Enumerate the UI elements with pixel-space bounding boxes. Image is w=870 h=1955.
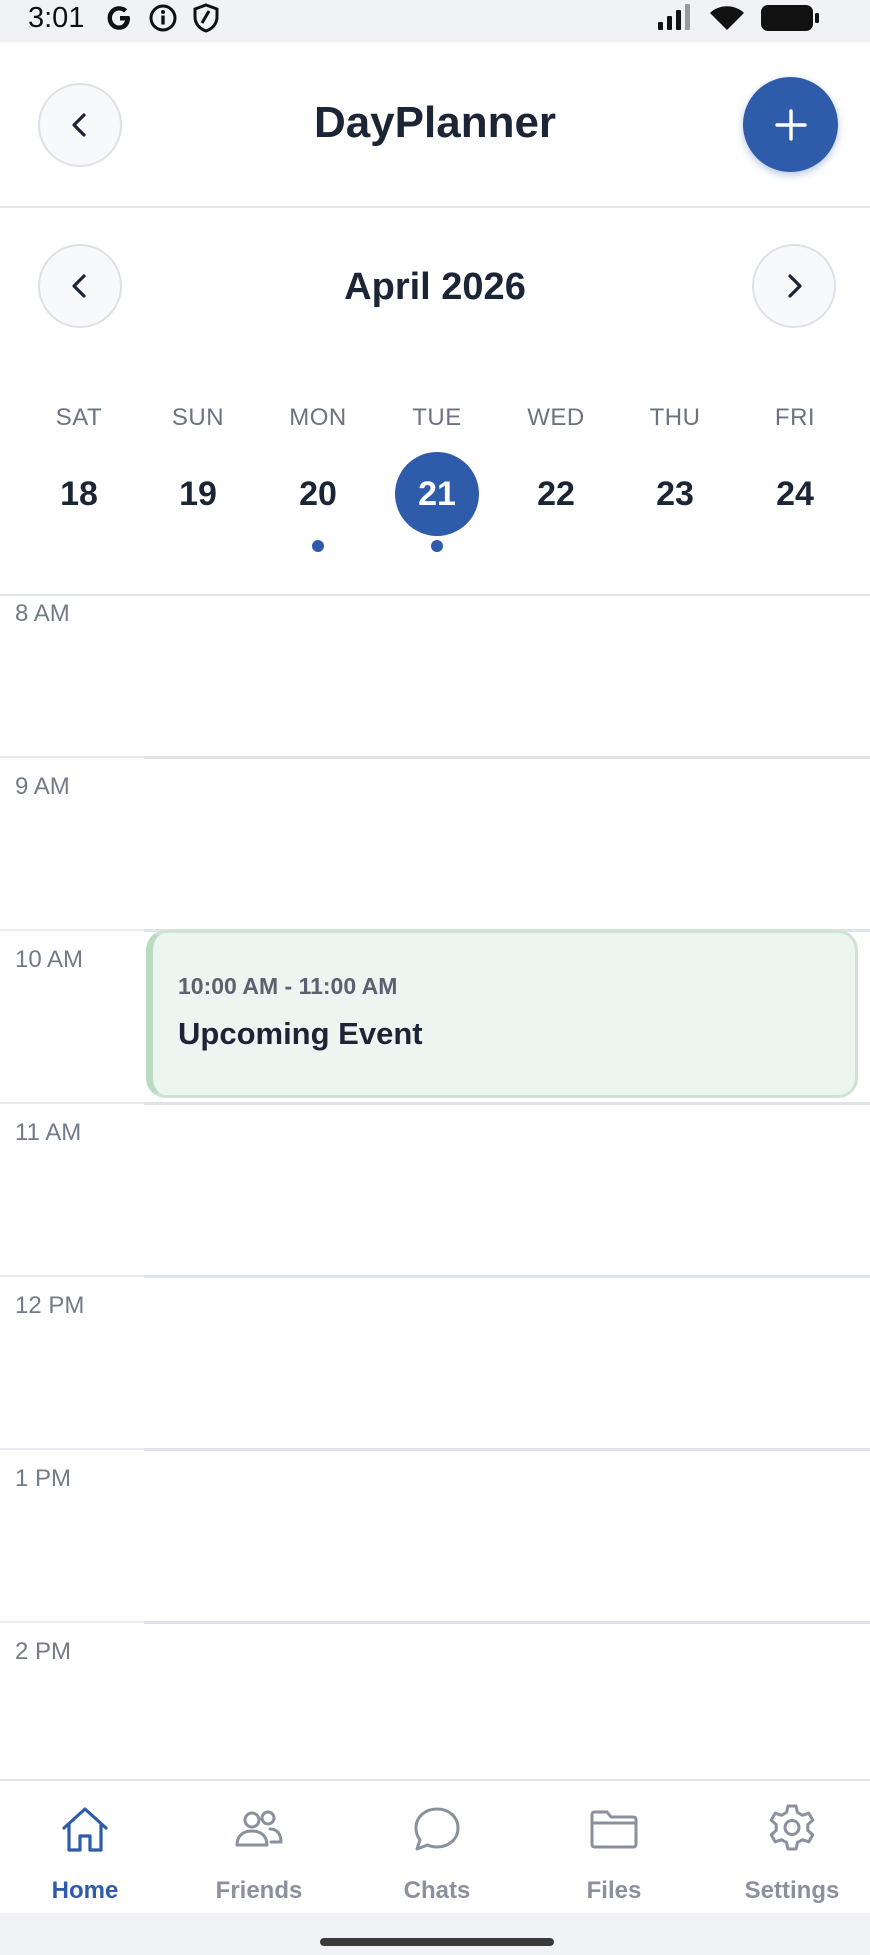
google-icon [106, 3, 134, 38]
hour-label: 12 PM [15, 1292, 85, 1319]
day-number: 23 [656, 475, 694, 513]
day-of-week-label: WED [527, 404, 585, 431]
nav-home[interactable]: Home [0, 1781, 170, 1915]
home-indicator[interactable] [320, 1938, 554, 1946]
wifi-icon [708, 4, 746, 37]
day-of-week-label: THU [649, 404, 701, 431]
nav-chats[interactable]: Chats [352, 1781, 522, 1915]
folder-icon [590, 1810, 638, 1849]
event-card[interactable]: 10:00 AM - 11:00 AM Upcoming Event [146, 930, 858, 1098]
day-number: 18 [60, 475, 98, 513]
nav-label: Chats [403, 1877, 471, 1904]
hour-label: 1 PM [15, 1465, 72, 1492]
event-indicator-dot [431, 540, 443, 552]
app-header: DayPlanner [0, 42, 870, 208]
day-cell-wed[interactable]: WED 22 [506, 400, 606, 560]
day-cell-tue[interactable]: TUE 21 [387, 400, 487, 560]
status-time: 3:01 [28, 2, 85, 34]
hour-label: 8 AM [15, 600, 70, 627]
event-indicator-dot [312, 540, 324, 552]
event-time: 10:00 AM - 11:00 AM [178, 973, 398, 999]
gear-icon [769, 1804, 815, 1851]
day-of-week-label: SAT [55, 404, 103, 431]
day-of-week-label: FRI [774, 404, 816, 431]
hour-label: 2 PM [15, 1638, 72, 1665]
hour-label: 11 AM [15, 1119, 82, 1146]
nav-label: Files [586, 1877, 642, 1904]
nav-friends[interactable]: Friends [174, 1781, 344, 1915]
day-number: 22 [537, 475, 575, 513]
shield-icon [192, 3, 220, 38]
home-icon [62, 1807, 108, 1852]
nav-label: Settings [744, 1877, 840, 1904]
day-cell-mon[interactable]: MON 20 [268, 400, 368, 560]
add-event-button[interactable] [743, 77, 838, 172]
chevron-right-icon [788, 274, 802, 298]
next-month-button[interactable] [752, 244, 836, 328]
hour-divider [0, 1275, 870, 1278]
nav-settings[interactable]: Settings [707, 1781, 870, 1915]
day-of-week-label: SUN [171, 404, 225, 431]
hour-divider [0, 756, 870, 759]
hour-divider [0, 1102, 870, 1105]
day-cell-sat[interactable]: SAT 18 [29, 400, 129, 560]
bottom-nav: Home Friends Chats Files Settings [0, 1779, 870, 1913]
chat-icon [414, 1807, 460, 1851]
signal-icon [656, 4, 694, 37]
page-title: DayPlanner [313, 98, 557, 147]
day-timeline[interactable]: 8 AM 9 AM 10 AM 11 AM 12 PM 1 PM 2 PM 10… [0, 596, 870, 1780]
event-title: Upcoming Event [178, 1016, 423, 1051]
day-number-selected: 21 [395, 452, 479, 536]
info-icon [148, 3, 178, 38]
day-of-week-label: MON [289, 404, 347, 431]
hour-label: 9 AM [15, 773, 70, 800]
hour-divider [0, 1621, 870, 1624]
hour-divider [0, 1448, 870, 1451]
week-strip: SAT 18 SUN 19 MON 20 TUE 21 WED 22 THU 2… [0, 400, 870, 595]
status-left-icons [106, 3, 220, 38]
plus-icon [774, 108, 807, 141]
hour-label: 10 AM [15, 946, 84, 973]
day-cell-thu[interactable]: THU 23 [625, 400, 725, 560]
day-number: 24 [776, 475, 814, 513]
nav-label: Home [51, 1877, 119, 1904]
system-gesture-area [0, 1913, 870, 1955]
battery-icon [760, 4, 820, 37]
status-right-icons [656, 4, 820, 37]
day-number: 19 [179, 475, 217, 513]
day-of-week-label: TUE [412, 404, 462, 431]
status-bar: 3:01 [0, 0, 870, 42]
friends-icon [235, 1810, 283, 1847]
nav-files[interactable]: Files [529, 1781, 699, 1915]
month-label: April 2026 [344, 266, 526, 308]
day-number: 20 [299, 475, 337, 513]
day-cell-sun[interactable]: SUN 19 [148, 400, 248, 560]
nav-label: Friends [215, 1877, 303, 1904]
day-cell-fri[interactable]: FRI 24 [745, 400, 845, 560]
